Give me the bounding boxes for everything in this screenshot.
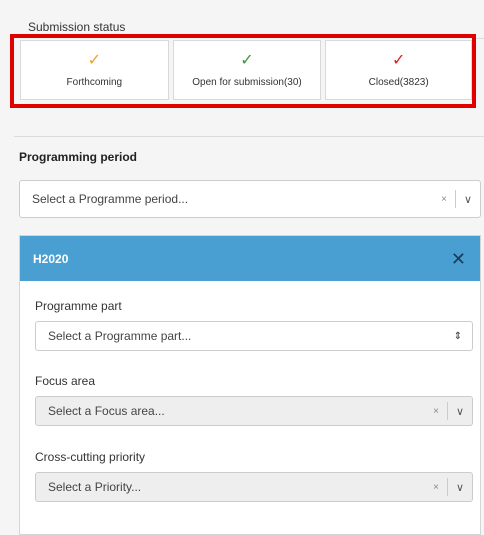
clear-icon[interactable]: × (433, 194, 455, 205)
clear-icon[interactable]: × (425, 482, 447, 493)
panel-header: H2020 ✕ (20, 236, 480, 281)
status-card-label: Open for submission(30) (192, 76, 302, 88)
focus-area-select[interactable]: Select a Focus area... × ∨ (35, 396, 473, 426)
h2020-panel: H2020 ✕ Programme part Select a Programm… (19, 235, 481, 535)
chevron-down-icon[interactable]: ∨ (448, 481, 472, 494)
check-icon: ✓ (391, 51, 406, 69)
status-highlight-box: ✓ Forthcoming ✓ Open for submission(30) … (10, 34, 476, 108)
sort-arrows-icon: ⇕ (453, 330, 463, 342)
status-card-open[interactable]: ✓ Open for submission(30) (172, 40, 322, 100)
panel-title: H2020 (33, 251, 69, 266)
programme-part-label: Programme part (35, 299, 122, 313)
status-card-label: Forthcoming (66, 76, 123, 88)
chevron-down-icon[interactable]: ∨ (456, 193, 480, 206)
focus-area-label: Focus area (35, 374, 96, 388)
section-divider (14, 136, 484, 137)
cross-cutting-priority-label: Cross-cutting priority (35, 450, 146, 464)
programming-period-heading: Programming period (19, 150, 138, 164)
priority-select[interactable]: Select a Priority... × ∨ (35, 472, 473, 502)
programme-part-select[interactable]: Select a Programme part... ⇕ (35, 321, 473, 351)
submission-status-heading: Submission status (28, 20, 126, 34)
status-card-closed[interactable]: ✓ Closed(3823) (325, 40, 473, 100)
select-placeholder: Select a Programme part... (48, 329, 192, 343)
programme-period-select[interactable]: Select a Programme period... × ∨ (19, 180, 481, 218)
chevron-down-icon[interactable]: ∨ (448, 405, 472, 418)
status-card-label: Closed(3823) (368, 76, 429, 88)
close-icon[interactable]: ✕ (451, 250, 466, 268)
check-icon: ✓ (87, 51, 102, 69)
clear-icon[interactable]: × (425, 406, 447, 417)
select-placeholder: Select a Programme period... (32, 192, 189, 206)
select-placeholder: Select a Priority... (48, 480, 142, 494)
check-icon: ✓ (240, 51, 254, 69)
status-card-forthcoming[interactable]: ✓ Forthcoming (20, 40, 169, 100)
status-cards: ✓ Forthcoming ✓ Open for submission(30) … (20, 40, 473, 100)
select-placeholder: Select a Focus area... (48, 404, 165, 418)
